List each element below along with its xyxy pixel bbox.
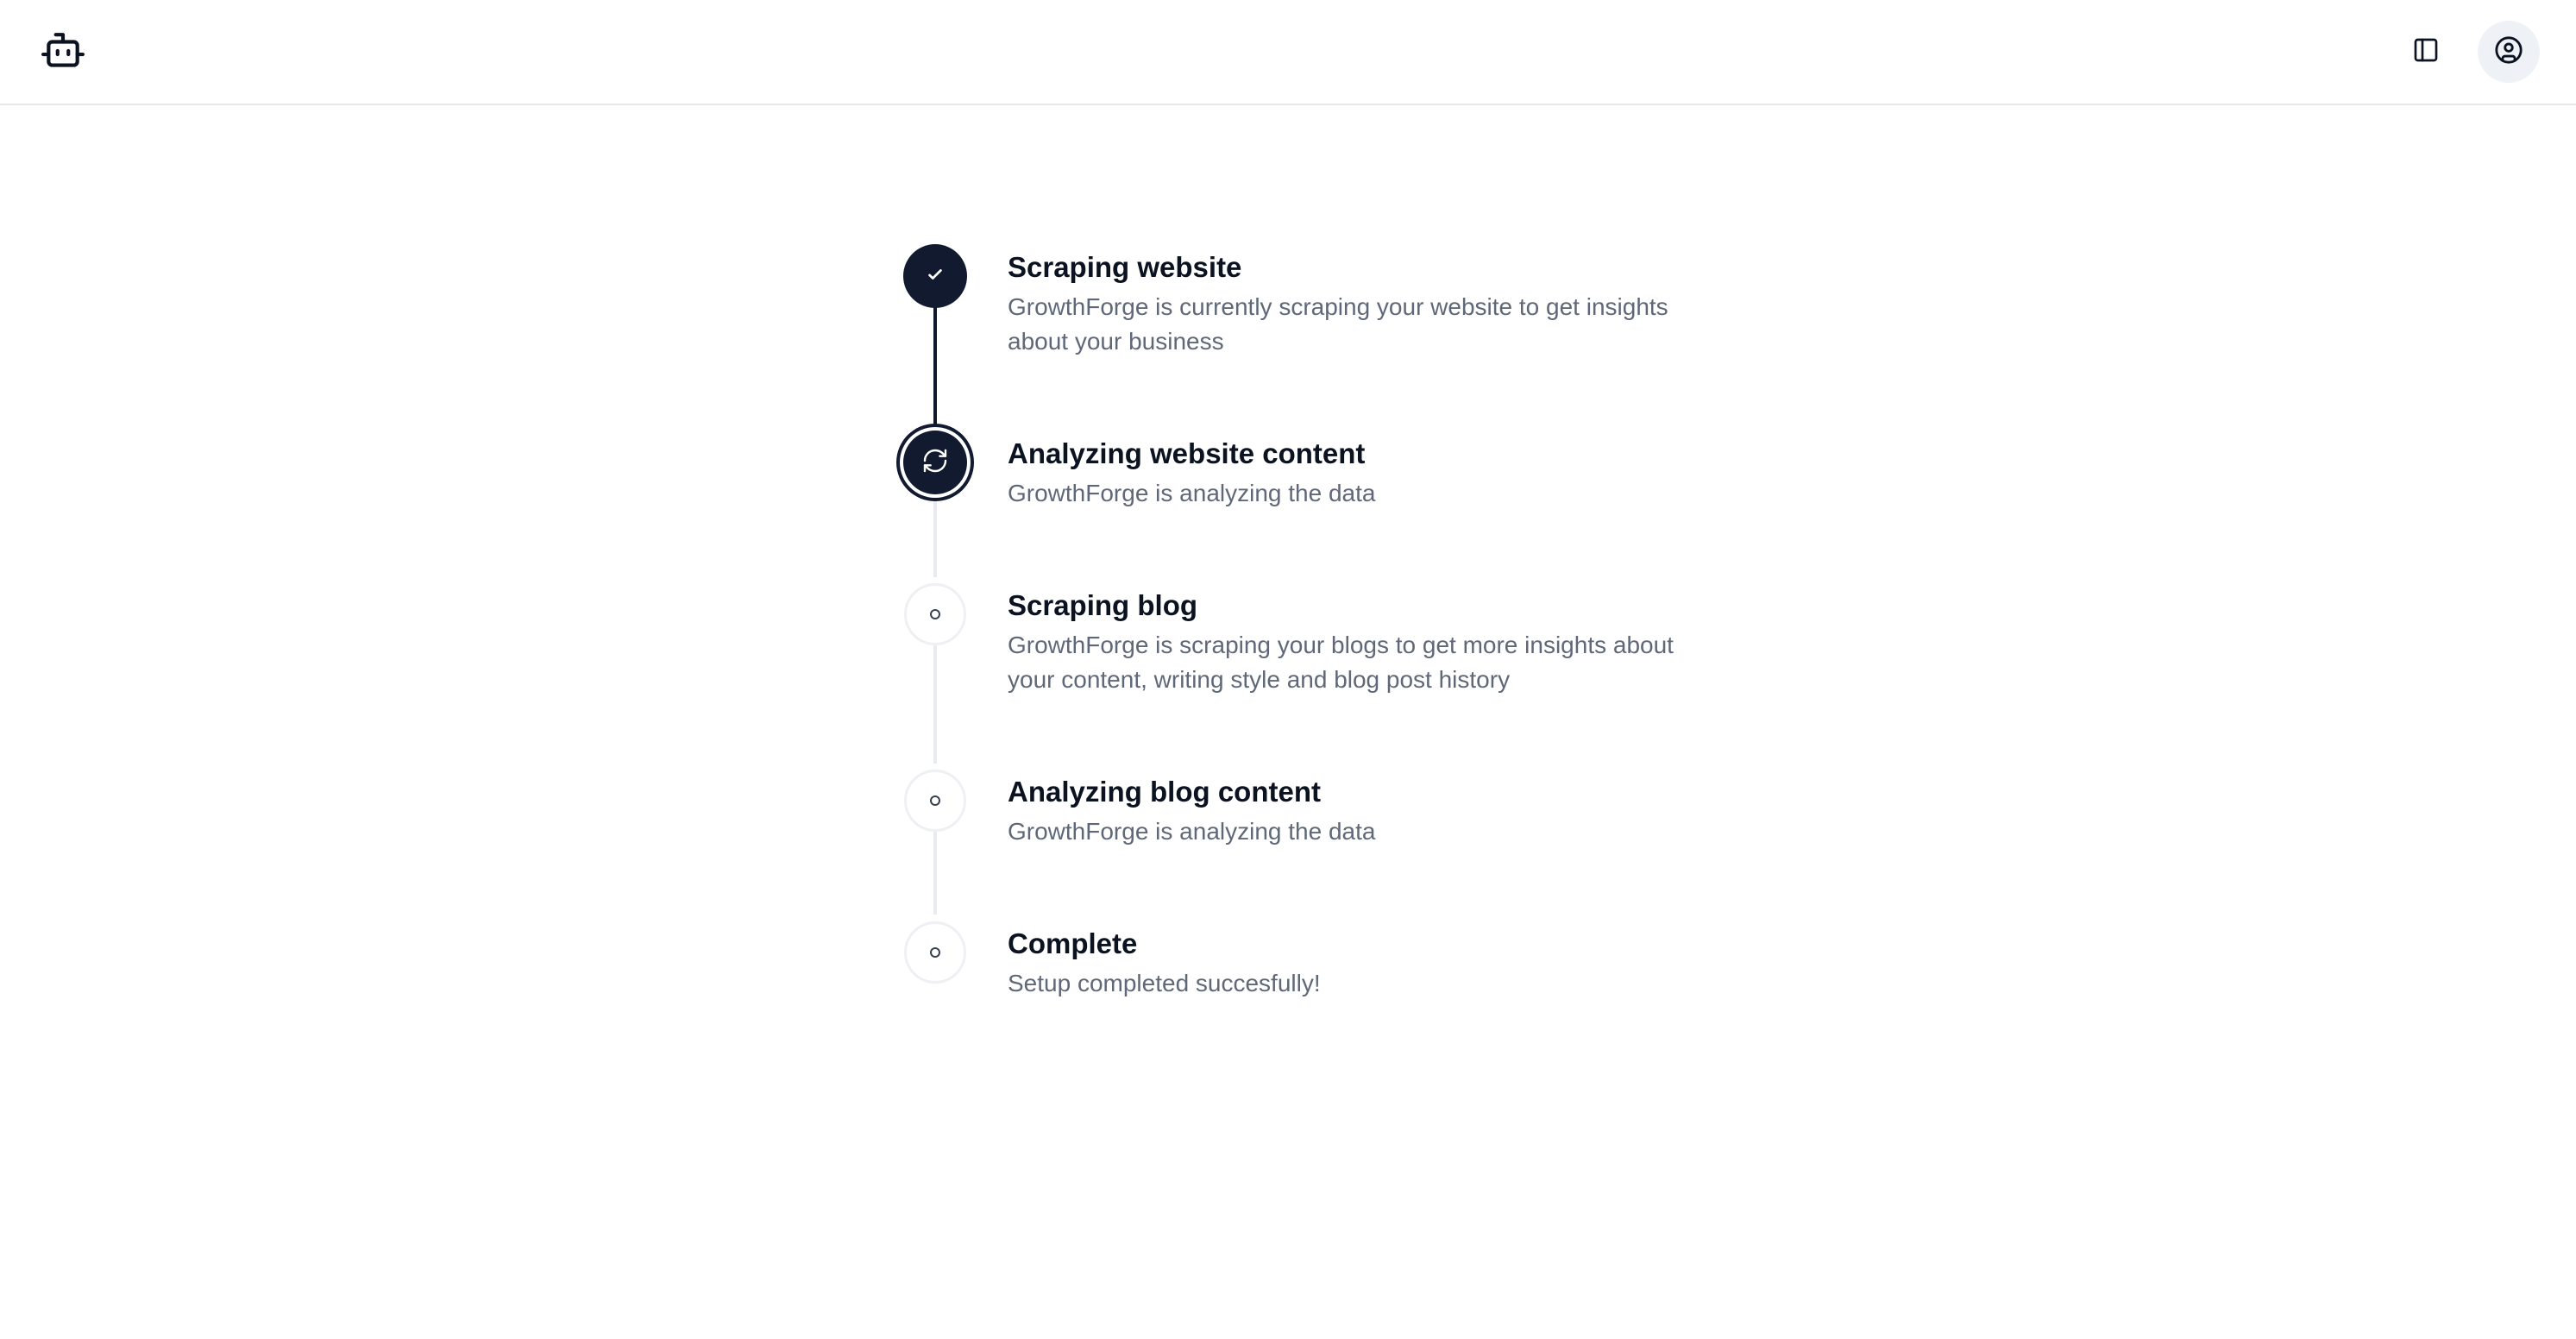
sidebar-panel-icon (2412, 36, 2440, 68)
step-status-in-progress (903, 431, 967, 494)
step-description: GrowthForge is currently scraping your w… (1008, 293, 1668, 355)
circle-icon (930, 947, 940, 958)
step-title: Complete (1008, 927, 1138, 959)
circle-icon (930, 609, 940, 619)
step-content: Analyzing blog content GrowthForge is an… (1008, 775, 1698, 849)
user-circle-icon (2494, 35, 2523, 69)
circle-icon (930, 795, 940, 806)
refresh-icon (921, 447, 949, 479)
step-title: Scraping website (1008, 251, 1242, 283)
step-status-pending (904, 583, 966, 645)
setup-progress-stepper: Scraping website GrowthForge is currentl… (897, 242, 1708, 1018)
account-button[interactable] (2478, 21, 2540, 83)
step-status-pending (904, 921, 966, 984)
step-title: Analyzing website content (1008, 437, 1366, 469)
check-icon (926, 265, 945, 288)
step-content: Scraping website GrowthForge is currentl… (1008, 250, 1698, 359)
step-content: Complete Setup completed succesfully! (1008, 927, 1698, 1001)
top-bar (0, 0, 2576, 105)
step-description: GrowthForge is analyzing the data (1008, 480, 1376, 506)
step-description: GrowthForge is scraping your blogs to ge… (1008, 632, 1674, 693)
step-status-complete (903, 244, 967, 308)
robot-icon[interactable] (38, 31, 88, 74)
step-content: Scraping blog GrowthForge is scraping yo… (1008, 588, 1698, 697)
step-content: Analyzing website content GrowthForge is… (1008, 437, 1698, 511)
step-status-pending (904, 770, 966, 832)
step-description: GrowthForge is analyzing the data (1008, 818, 1376, 845)
step-title: Scraping blog (1008, 589, 1198, 621)
step-title: Analyzing blog content (1008, 776, 1321, 808)
sidebar-toggle-button[interactable] (2395, 21, 2457, 83)
step-description: Setup completed succesfully! (1008, 970, 1321, 996)
